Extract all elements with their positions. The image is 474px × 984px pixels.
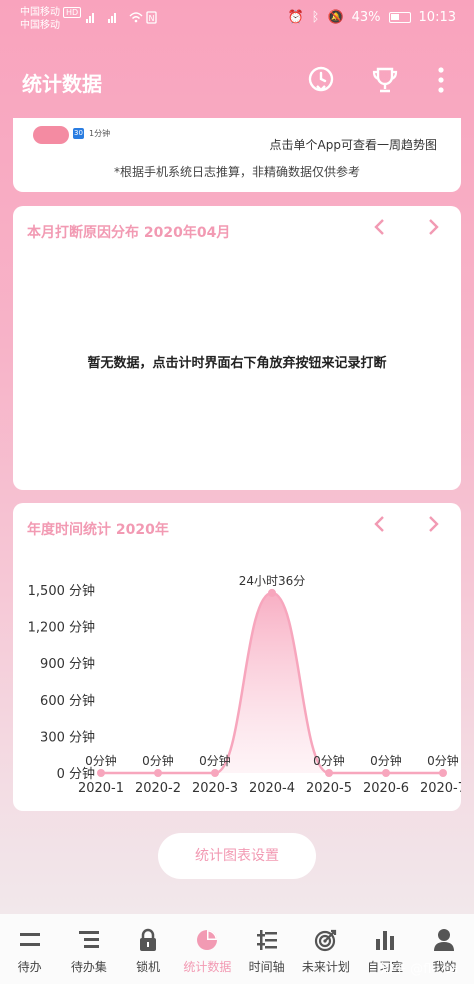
prev-month-button[interactable] — [368, 218, 392, 242]
tab-label: 未来计划 — [301, 960, 350, 974]
data-label: 0分钟 — [85, 753, 117, 768]
data-label: 0分钟 — [142, 753, 174, 768]
yearly-stats-card: 年度时间统计 2020年 0 分钟 300 分钟 600 分钟 900 分钟 1,200… — [13, 503, 461, 811]
clock-pin-icon[interactable] — [306, 65, 336, 95]
x-tick-label: 2020-5 — [306, 781, 352, 796]
status-right: ⏰ ᛒ 🔕 43% 10:13 — [287, 10, 456, 25]
app-bar: 统计数据 — [0, 40, 474, 120]
tab-label: 统计数据 — [183, 960, 232, 974]
carrier-2: 中国移动 — [20, 20, 60, 31]
interrupt-card-title: 本月打断原因分布 2020年04月 — [27, 225, 231, 241]
y-tick-label: 300 分钟 — [40, 729, 95, 745]
y-tick-label: 600 分钟 — [40, 693, 95, 709]
lock-icon — [138, 928, 158, 952]
data-label: 0分钟 — [199, 753, 231, 768]
trophy-icon[interactable] — [370, 65, 400, 95]
page-title: 统计数据 — [22, 72, 102, 96]
todo-set-icon — [78, 928, 100, 952]
status-bar: 中国移动 HD 中国移动 N ⏰ ᛒ 🔕 43% 10:13 — [0, 0, 474, 40]
yearly-area-chart: 0 分钟 300 分钟 600 分钟 900 分钟 1,200 分钟 1,500 分钟 0分… — [28, 574, 461, 796]
svg-text:N: N — [149, 14, 157, 23]
bar-chart-icon — [374, 928, 396, 952]
y-tick-label: 900 分钟 — [40, 656, 95, 672]
tab-label: 待办 — [17, 960, 42, 974]
app-usage-duration: 1分钟 — [89, 129, 111, 138]
weekly-trend-hint: 点击单个App可查看一周趋势图 — [269, 138, 437, 152]
chart-point — [97, 769, 105, 777]
tab-statistics[interactable]: 统计数据 — [178, 914, 237, 984]
x-tick-label: 2020-6 — [363, 781, 409, 796]
data-label: 0分钟 — [313, 753, 345, 768]
chart-point — [268, 588, 276, 597]
chart-point — [154, 769, 162, 777]
y-tick-label: 1,500 分钟 — [28, 583, 95, 599]
chart-point — [325, 769, 333, 777]
y-tick-label: 0 分钟 — [57, 766, 95, 782]
mute-icon: 🔕 — [327, 10, 344, 25]
data-label: 0分钟 — [370, 753, 402, 768]
x-tick-label: 2020-3 — [192, 781, 238, 796]
chart-point — [211, 769, 219, 777]
carrier-1: 中国移动 — [20, 7, 60, 18]
clock: 10:13 — [418, 10, 456, 25]
chart-point — [382, 769, 390, 777]
app-usage-card: 30 1分钟 点击单个App可查看一周趋势图 *根据手机系统日志推算，非精确数据… — [13, 118, 461, 192]
battery-icon — [388, 12, 411, 23]
pie-chart-icon — [195, 928, 219, 952]
x-tick-label: 2020-1 — [78, 781, 124, 796]
alarm-icon: ⏰ — [287, 10, 304, 25]
x-tick-label: 2020-4 — [249, 781, 295, 796]
more-vertical-icon[interactable] — [426, 65, 456, 95]
tab-timeline[interactable]: 时间轴 — [237, 914, 296, 984]
target-icon — [314, 928, 338, 952]
battery-percent: 43% — [351, 10, 381, 25]
tab-todo[interactable]: 待办 — [0, 914, 59, 984]
watermark: 知乎 @fle.ca — [380, 962, 459, 977]
user-icon — [433, 928, 455, 952]
empty-state-text: 暂无数据，点击计时界面右下角放弃按钮来记录打断 — [87, 356, 387, 371]
chart-point — [439, 769, 447, 777]
disclaimer-text: *根据手机系统日志推算，非精确数据仅供参考 — [113, 165, 360, 179]
bluetooth-icon: ᛒ — [311, 10, 320, 25]
tab-label: 时间轴 — [248, 960, 285, 974]
signal-icon: N — [78, 10, 158, 27]
carrier-info: 中国移动 HD 中国移动 — [20, 6, 82, 32]
todo-icon — [19, 928, 41, 952]
timeline-icon — [256, 928, 278, 952]
y-tick-label: 1,200 分钟 — [28, 620, 95, 636]
data-label: 24小时36分 — [239, 574, 306, 588]
tab-future-plan[interactable]: 未来计划 — [296, 914, 355, 984]
app-usage-bar[interactable] — [33, 126, 69, 144]
chart-settings-button[interactable]: 统计图表设置 — [158, 833, 316, 879]
tab-label: 待办集 — [70, 960, 107, 974]
tab-label: 锁机 — [136, 960, 161, 974]
tab-todo-set[interactable]: 待办集 — [59, 914, 118, 984]
chart-area — [101, 592, 443, 773]
data-label: 0分钟 — [427, 753, 459, 768]
interrupt-distribution-card: 本月打断原因分布 2020年04月 暂无数据，点击计时界面右下角放弃按钮来记录打… — [13, 206, 461, 490]
x-tick-label: 2020-2 — [135, 781, 181, 796]
tab-lock[interactable]: 锁机 — [119, 914, 178, 984]
next-month-button[interactable] — [421, 218, 445, 242]
x-tick-label: 2020-7 — [420, 781, 461, 796]
app-badge: 30 — [73, 128, 84, 139]
